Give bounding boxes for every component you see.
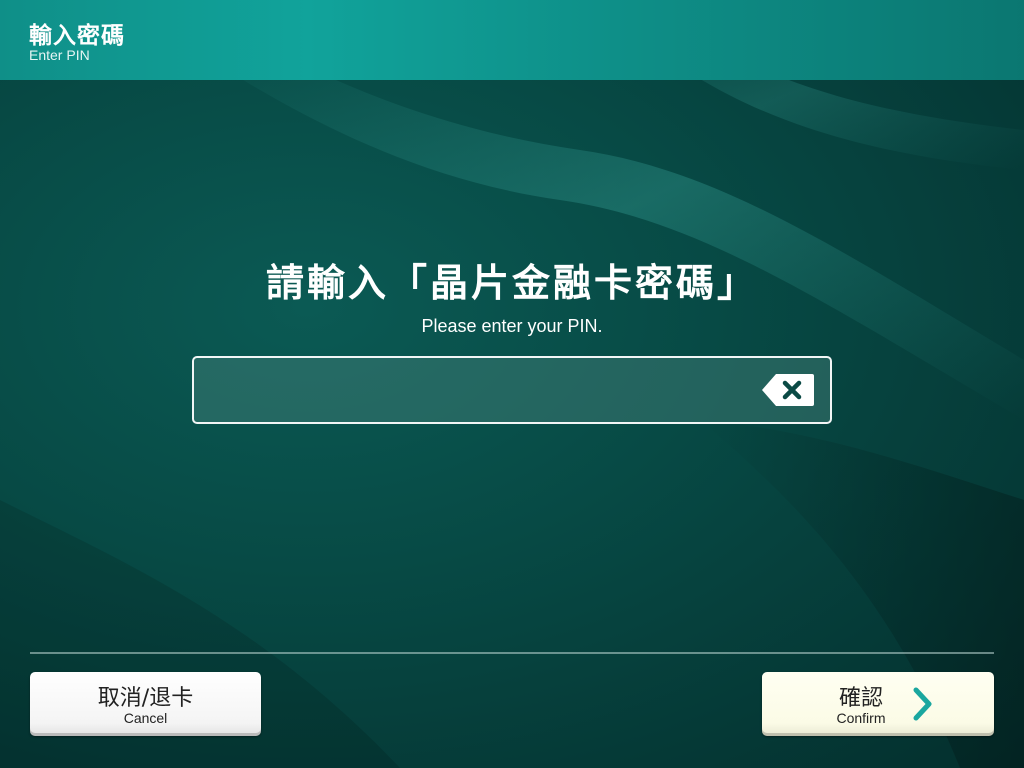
header-subtitle: Enter PIN xyxy=(29,47,90,63)
cancel-button[interactable]: 取消/退卡 Cancel xyxy=(30,672,261,736)
prompt-title: 請輸入「晶片金融卡密碼」 xyxy=(265,261,758,305)
header-bar: 輸入密碼 Enter PIN xyxy=(0,0,1024,80)
pin-input[interactable] xyxy=(192,356,832,424)
chevron-right-icon xyxy=(913,687,932,721)
header-title: 輸入密碼 xyxy=(29,23,125,49)
cancel-button-sublabel: Cancel xyxy=(123,710,168,726)
backspace-icon[interactable] xyxy=(760,372,816,408)
prompt-subtitle: Please enter your PIN. xyxy=(421,316,603,336)
divider xyxy=(30,652,994,654)
confirm-button-label: 確認 xyxy=(838,686,883,711)
confirm-button[interactable]: 確認 Confirm xyxy=(762,672,994,736)
confirm-button-sublabel: Confirm xyxy=(836,710,886,726)
cancel-button-label: 取消/退卡 xyxy=(97,686,194,711)
